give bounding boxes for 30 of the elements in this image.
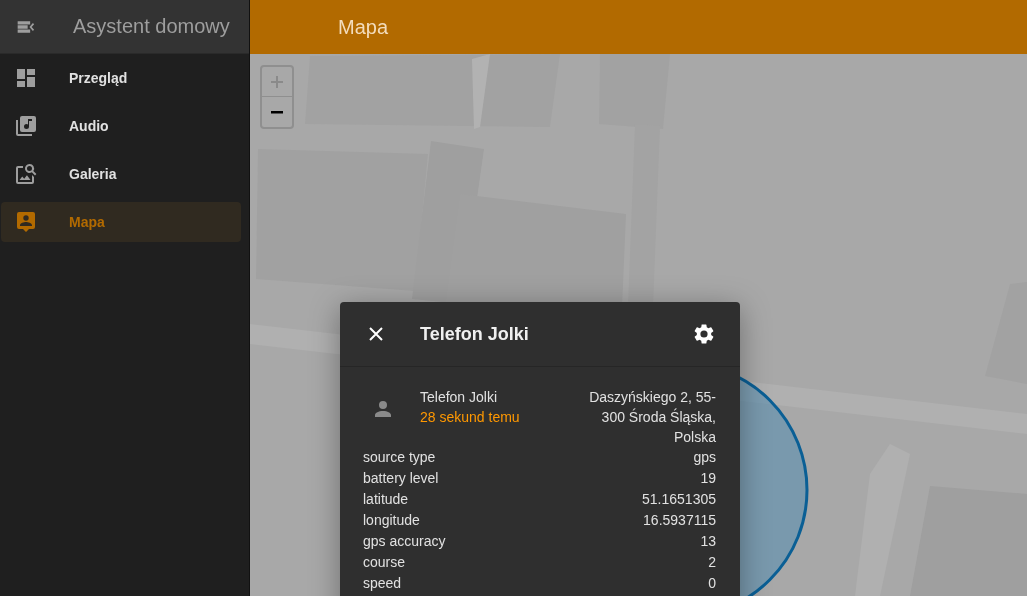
attribute-value: 0 <box>708 574 716 593</box>
entity-name: Telefon Jolki <box>420 388 498 407</box>
attribute-name: speed <box>363 574 402 593</box>
image-search-icon <box>14 162 38 186</box>
settings-icon <box>692 322 716 346</box>
dialog-title: Telefon Jolki <box>420 323 529 345</box>
attribute-value: 2 <box>708 553 716 572</box>
attribute-name: longitude <box>363 511 420 530</box>
attribute-name: gps accuracy <box>363 532 446 551</box>
attribute-value: 13 <box>700 532 716 551</box>
attribute-value: 19 <box>700 469 716 488</box>
sidebar-item[interactable]: Audio <box>1 106 241 146</box>
sidebar-item[interactable]: Galeria <box>1 154 241 194</box>
last-changed-time: 28 sekund temu <box>420 408 520 427</box>
attribute-name: battery level <box>363 469 439 488</box>
plus-icon <box>271 75 283 88</box>
sidebar-item[interactable]: Przegląd <box>1 58 241 98</box>
attribute-name: course <box>363 553 406 572</box>
attribute-name: source type <box>363 448 436 467</box>
attribute-name: latitude <box>363 490 409 509</box>
settings-button[interactable] <box>692 322 716 346</box>
app-title: Asystent domowy <box>73 15 230 38</box>
minus-icon <box>271 110 283 114</box>
attribute-value: 51.1651305 <box>642 490 716 509</box>
dashboard-icon <box>14 66 38 90</box>
attribute-value: 16.5937115 <box>643 511 716 530</box>
page-title: Mapa <box>338 15 389 39</box>
person-pin-icon <box>14 210 38 234</box>
attribute-value: gps <box>693 448 716 467</box>
music-library-icon <box>14 114 38 138</box>
